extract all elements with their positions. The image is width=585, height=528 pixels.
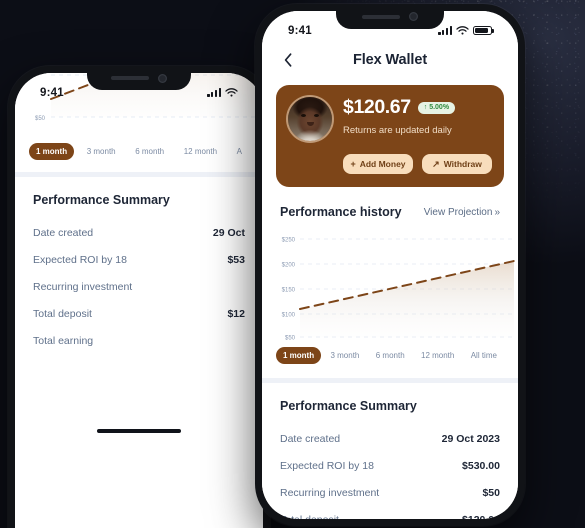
ytick-label-150: $150 [282,288,296,294]
back-status-time: 9:41 [40,86,64,99]
back-phone-notch [87,66,191,90]
front-phone-screen: Flex Wallet $120.67 ↑ 5.00% Returns are … [262,11,518,519]
ytick-label-200: $200 [282,263,296,269]
cellular-bars-icon [438,26,452,35]
range-tab-3-month[interactable]: 3 month [323,347,366,364]
plus-icon: + [350,159,356,169]
balance-info: $120.67 ↑ 5.00% Returns are updated dail… [343,97,492,136]
user-avatar[interactable] [288,97,332,141]
battery-icon [473,25,494,36]
back-summary-label: Total deposit [33,307,92,320]
status-icons [438,25,494,36]
double-chevron-right-icon: » [494,206,500,218]
chevron-left-icon [284,53,292,67]
withdraw-label: Withdraw [443,159,482,169]
arrow-up-right-icon: ↗ [432,158,440,169]
balance-card: $120.67 ↑ 5.00% Returns are updated dail… [276,85,504,187]
balance-amount: $120.67 [343,96,411,118]
back-summary-label: Total earning [33,334,94,347]
range-tab-6-month[interactable]: 6 month [369,347,412,364]
summary-label: Date created [280,432,341,445]
withdraw-button[interactable]: ↗ Withdraw [422,154,492,174]
add-money-button[interactable]: + Add Money [343,154,413,174]
back-range-tabs[interactable]: 1 month 3 month 6 month 12 month A [15,141,263,160]
back-range-tab-6-month[interactable]: 6 month [128,143,171,160]
back-summary-row: Recurring investment [33,273,245,300]
back-summary-row: Total deposit $12 [33,300,245,327]
flex-wallet-app: Flex Wallet $120.67 ↑ 5.00% Returns are … [262,11,518,519]
summary-value: $120.00 [462,514,500,520]
range-tab-all-time[interactable]: All time [464,347,504,364]
table-row: Total deposit $120.00 [280,506,500,520]
badge-value: 5.00% [429,104,450,112]
balance-card-top: $120.67 ↑ 5.00% Returns are updated dail… [288,97,492,141]
performance-summary: Performance Summary Date created 29 Oct … [262,383,518,519]
front-camera-icon [409,12,418,21]
performance-history-title: Performance history [280,205,402,219]
back-phone-app: $150 $50 1 month 3 month 6 month 12 mont… [15,73,263,528]
back-summary-label: Date created [33,226,94,239]
summary-value: $50 [482,486,500,499]
back-summary-value: $53 [227,253,245,266]
back-range-tab-1-month[interactable]: 1 month [29,143,75,160]
back-range-tab-3-month[interactable]: 3 month [80,143,123,160]
balance-card-actions: + Add Money ↗ Withdraw [288,154,492,174]
page-title: Flex Wallet [352,52,428,68]
status-time: 9:41 [288,24,312,37]
foreground-phone-mockup: Flex Wallet $120.67 ↑ 5.00% Returns are … [255,4,525,526]
back-summary-title: Performance Summary [33,193,170,207]
front-phone-notch [336,4,444,29]
screenshot-stage: $150 $50 1 month 3 month 6 month 12 mont… [0,0,585,528]
back-summary-value: 29 Oct [212,226,245,239]
back-button[interactable] [279,51,297,69]
summary-label: Expected ROI by 18 [280,459,374,472]
back-performance-summary: Performance Summary Date created 29 Oct … [15,177,263,354]
view-projection-label: View Projection [423,206,493,218]
balance-row: $120.67 ↑ 5.00% [343,96,492,118]
back-summary-label: Expected ROI by 18 [33,253,127,266]
ytick-label-250: $250 [282,238,296,244]
back-summary-row: Date created 29 Oct [33,219,245,246]
background-phone-mockup: $150 $50 1 month 3 month 6 month 12 mont… [8,66,270,528]
summary-label: Recurring investment [280,486,380,499]
summary-label: Total deposit [280,514,339,520]
range-tab-1-month[interactable]: 1 month [276,347,322,364]
range-tab-12-month[interactable]: 12 month [414,347,461,364]
speaker-grille-icon [111,76,149,80]
chart-area-fill [300,261,514,337]
performance-chart: $250 $200 $150 $100 $50 [262,227,518,345]
ytick-label-100: $100 [282,313,296,319]
summary-value: 29 Oct 2023 [441,432,500,445]
wifi-icon [225,87,238,97]
back-range-tab-12-month[interactable]: 12 month [177,143,224,160]
range-tabs[interactable]: 1 month 3 month 6 month 12 month All tim… [262,345,518,364]
add-money-label: Add Money [359,159,406,169]
back-summary-row: Expected ROI by 18 $53 [33,246,245,273]
back-status-icons [207,87,238,98]
back-summary-value: $12 [227,307,245,320]
table-row: Expected ROI by 18 $530.00 [280,452,500,479]
arrow-up-icon: ↑ [423,104,428,112]
back-phone-screen: $150 $50 1 month 3 month 6 month 12 mont… [15,73,263,528]
balance-subtitle: Returns are updated daily [343,124,452,136]
performance-history-header: Performance history View Projection » [262,187,518,219]
back-home-indicator [97,429,181,433]
speaker-grille-icon [362,14,400,19]
wifi-icon [456,25,469,35]
back-ytick-50: $50 [35,116,46,122]
navigation-bar: Flex Wallet [262,45,518,79]
ytick-label-50: $50 [285,336,296,342]
back-summary-label: Recurring investment [33,280,133,293]
back-range-tab-all-time[interactable]: A [230,143,249,160]
table-row: Recurring investment $50 [280,479,500,506]
front-camera-icon [158,73,167,83]
status-badge: ↑ 5.00% [417,101,456,114]
performance-chart-svg: $250 $200 $150 $100 $50 [282,238,515,342]
table-row: Date created 29 Oct 2023 [280,425,500,452]
back-summary-row: Total earning [33,327,245,354]
summary-value: $530.00 [462,459,500,472]
view-projection-link[interactable]: View Projection » [424,207,500,218]
summary-title: Performance Summary [280,399,417,413]
cellular-bars-icon [207,88,221,97]
